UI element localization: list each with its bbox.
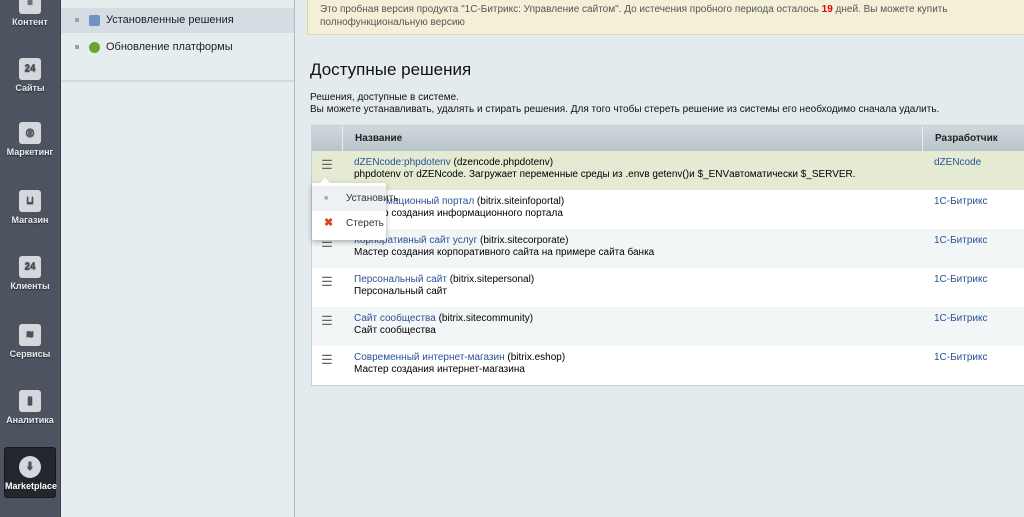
solutions-icon — [89, 14, 100, 26]
table-row[interactable]: ☰ Информационный портал (bitrix.siteinfo… — [312, 190, 1024, 229]
table-row[interactable]: ☰ Корпоративный сайт услуг (bitrix.sitec… — [312, 229, 1024, 268]
cloud-download-icon: ⬇ — [19, 456, 41, 478]
row-context-menu: ■ Установить ✖ Стереть — [312, 178, 399, 240]
table-row[interactable]: ☰ Персональный сайт (bitrix.sitepersonal… — [312, 268, 1024, 307]
sidebar-item-basket[interactable]: ⊔ Магазин — [0, 190, 60, 225]
solution-description: Мастер создания корпоративного сайта на … — [354, 247, 655, 258]
bullet-icon: ■ — [324, 195, 329, 202]
name-cell: Корпоративный сайт услуг (bitrix.sitecor… — [342, 229, 922, 268]
chart-icon: ▮ — [19, 390, 41, 412]
page-description: Решения, доступные в системе. — [310, 92, 459, 103]
trial-notice: Это пробная версия продукта "1С-Битрикс:… — [307, 0, 1024, 35]
solution-description: Персональный сайт — [354, 286, 447, 297]
sidebar-item-label: Сайты — [15, 83, 45, 93]
name-cell: Персональный сайт (bitrix.sitepersonal) П… — [342, 268, 922, 307]
basket-icon: ⊔ — [19, 190, 41, 212]
calendar-24-icon: 24 — [19, 58, 41, 80]
divider — [61, 80, 294, 82]
sidebar-item-content[interactable]: ≡ Контент — [0, 0, 60, 27]
menu-item-erase[interactable]: ✖ Стереть — [312, 211, 386, 236]
solution-code: (bitrix.sitepersonal) — [446, 274, 535, 285]
developer-cell[interactable]: 1С-Битрикс — [922, 346, 1024, 385]
solution-code: (bitrix.sitecommunity) — [435, 313, 534, 324]
page-description-2: Вы можете устанавливать, удалять и стира… — [310, 104, 940, 115]
target-icon: ◎ — [19, 122, 41, 144]
layers-icon: ≋ — [19, 324, 41, 346]
notice-text: Это пробная версия продукта "1С-Битрикс:… — [320, 4, 822, 15]
solution-description: Сайт сообщества — [354, 325, 436, 336]
solution-description: Мастер создания интернет-магазина — [354, 364, 525, 375]
header-name[interactable]: Название — [342, 126, 922, 151]
solution-description: phpdotenv от dZENcode. Загружает перемен… — [354, 169, 856, 180]
name-cell: Современный интернет-магазин (bitrix.esh… — [342, 346, 922, 385]
solution-link[interactable]: dZENcode:phpdotenv — [354, 157, 451, 168]
sidebar-item-layers[interactable]: ≋ Сервисы — [0, 324, 60, 359]
solution-link[interactable]: Персональный сайт — [354, 274, 447, 285]
sidebar-item-label: Клиенты — [10, 281, 50, 291]
row-menu-icon[interactable]: ☰ — [312, 268, 342, 307]
subnav-label: Обновление платформы — [106, 41, 233, 53]
sub-navigation: Установленные решения Обновление платфор… — [61, 0, 295, 517]
developer-cell[interactable]: dZENcode — [922, 151, 1024, 190]
header-actions — [312, 126, 342, 151]
content-icon: ≡ — [19, 0, 41, 14]
table-row[interactable]: ☰ Сайт сообщества (bitrix.sitecommunity)… — [312, 307, 1024, 346]
left-sidebar: ≡ Контент 24 Сайты ◎ Маркетинг ⊔ Магазин 24 Клиен… — [0, 0, 61, 517]
subnav-platform-update[interactable]: Обновление платформы — [61, 35, 294, 60]
delete-x-icon: ✖ — [324, 217, 334, 229]
developer-cell[interactable]: 1С-Битрикс — [922, 229, 1024, 268]
name-cell: Информационный портал (bitrix.siteinfopo… — [342, 190, 922, 229]
name-cell: dZENcode:phpdotenv (dzencode.phpdotenv) p… — [342, 151, 922, 190]
table-row[interactable]: ☰ Современный интернет-магазин (bitrix.e… — [312, 346, 1024, 385]
table-row[interactable]: ☰ dZENcode:phpdotenv (dzencode.phpdotenv… — [312, 151, 1024, 190]
sidebar-item-chart[interactable]: ▮ Аналитика — [0, 390, 60, 425]
row-menu-icon[interactable]: ☰ — [312, 346, 342, 385]
header-developer[interactable]: Разработчик — [922, 126, 1024, 151]
bullet-icon — [75, 18, 79, 23]
developer-cell[interactable]: 1С-Битрикс — [922, 268, 1024, 307]
clients-24-icon: 24 — [19, 256, 41, 278]
solution-link[interactable]: Сайт сообщества — [354, 313, 436, 324]
developer-cell[interactable]: 1С-Битрикс — [922, 190, 1024, 229]
sidebar-item-label: Контент — [12, 17, 48, 27]
solution-code: (dzencode.phpdotenv) — [450, 157, 554, 168]
solutions-table: Название Разработчик ☰ dZENcode:phpdoten… — [311, 125, 1024, 386]
sidebar-item-label: Аналитика — [6, 415, 54, 425]
menu-item-install[interactable]: ■ Установить — [312, 186, 399, 211]
sidebar-item-target[interactable]: ◎ Маркетинг — [0, 122, 60, 157]
subnav-installed-solutions[interactable]: Установленные решения — [61, 8, 294, 33]
sidebar-item-label: Marketplace — [5, 481, 58, 491]
solution-code: (bitrix.siteinfoportal) — [474, 196, 565, 207]
solution-code: (bitrix.eshop) — [504, 352, 566, 363]
sidebar-item-label: Магазин — [11, 215, 49, 225]
notice-days: 19 — [821, 4, 833, 15]
menu-label: Стереть — [346, 218, 384, 229]
bullet-icon — [75, 45, 79, 50]
solution-link[interactable]: Современный интернет-магазин — [354, 352, 505, 363]
page-title: Доступные решения — [310, 60, 472, 79]
solution-code: (bitrix.sitecorporate) — [477, 235, 569, 246]
menu-label: Установить — [346, 193, 399, 204]
row-menu-icon[interactable]: ☰ — [312, 307, 342, 346]
sidebar-item-clients-24[interactable]: 24 Клиенты — [0, 256, 60, 291]
sidebar-item-cloud-download[interactable]: ⬇ Marketplace — [4, 447, 58, 498]
subnav-label: Установленные решения — [106, 14, 234, 26]
update-icon — [89, 41, 100, 53]
developer-cell[interactable]: 1С-Битрикс — [922, 307, 1024, 346]
sidebar-item-label: Сервисы — [9, 349, 51, 359]
sidebar-item-label: Маркетинг — [6, 147, 54, 157]
sidebar-item-calendar-24[interactable]: 24 Сайты — [0, 58, 60, 93]
table-header: Название Разработчик — [312, 126, 1024, 151]
name-cell: Сайт сообщества (bitrix.sitecommunity) Са… — [342, 307, 922, 346]
